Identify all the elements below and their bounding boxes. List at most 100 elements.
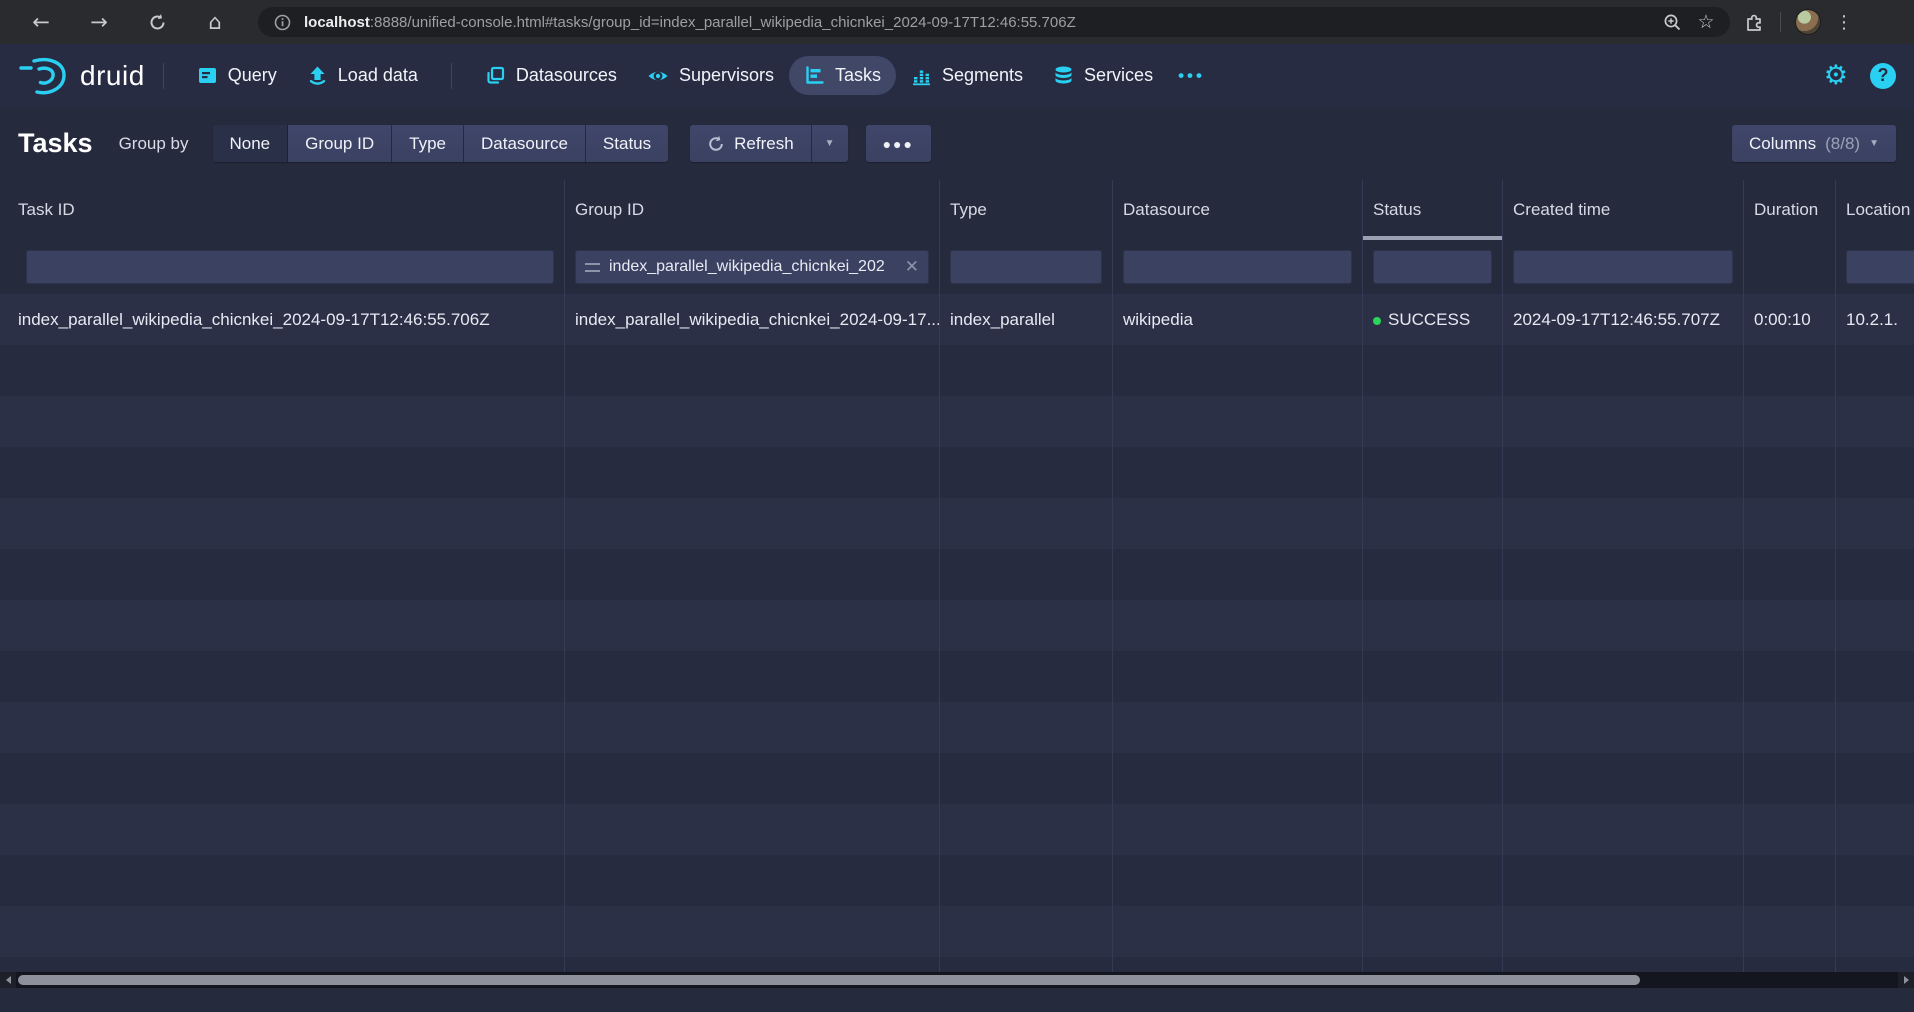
column-header-created-time[interactable]: Created time	[1503, 180, 1744, 240]
clear-filter-icon[interactable]: ✕	[905, 257, 919, 277]
column-header-datasource[interactable]: Datasource	[1113, 180, 1363, 240]
empty-cell	[1363, 753, 1503, 804]
scrollbar-thumb[interactable]	[18, 975, 1640, 985]
group-by-label: Group by	[119, 134, 189, 154]
settings-gear-icon[interactable]: ⚙	[1824, 60, 1848, 91]
more-actions-button[interactable]: ●●●	[866, 125, 931, 162]
datasource-cell: wikipedia	[1113, 294, 1363, 345]
url-path: :8888/unified-console.html#tasks/group_i…	[370, 14, 1076, 31]
nav-item-datasources[interactable]: Datasources	[470, 56, 632, 95]
back-icon[interactable]: ←	[12, 4, 70, 40]
empty-cell	[1503, 906, 1744, 957]
empty-cell	[1744, 651, 1836, 702]
filter-cell-type	[940, 240, 1113, 294]
empty-cell	[940, 753, 1113, 804]
nav-item-supervisors[interactable]: Supervisors	[632, 56, 789, 96]
empty-cell	[1744, 447, 1836, 498]
empty-cell	[565, 702, 940, 753]
scroll-right-arrow[interactable]	[1898, 972, 1914, 988]
column-header-status[interactable]: Status	[1363, 180, 1503, 240]
empty-cell	[1363, 651, 1503, 702]
nav-item-segments[interactable]: Segments	[896, 56, 1038, 95]
task-id-filter-input[interactable]	[26, 250, 554, 284]
column-header-task-id[interactable]: Task ID	[0, 180, 565, 240]
empty-cell	[1836, 855, 1914, 906]
column-header-location[interactable]: Location	[1836, 180, 1914, 240]
page-info-icon[interactable]	[270, 10, 294, 34]
home-icon[interactable]: ⌂	[186, 4, 244, 40]
empty-cell	[565, 447, 940, 498]
empty-cell	[565, 906, 940, 957]
forward-icon[interactable]: →	[70, 4, 128, 40]
datasource-filter-input[interactable]	[1123, 250, 1352, 284]
horizontal-scrollbar[interactable]	[0, 972, 1914, 988]
group-id-filter-input[interactable]: index_parallel_wikipedia_chicnkei_202 ✕	[575, 250, 929, 284]
table-header-row: Task ID Group ID Type Datasource Status …	[0, 180, 1914, 240]
profile-avatar[interactable]	[1795, 9, 1821, 35]
group-by-group-id-button[interactable]: Group ID	[288, 125, 392, 162]
columns-button[interactable]: Columns (8/8) ▼	[1732, 125, 1896, 162]
filter-cell-duration	[1744, 240, 1836, 294]
nav-item-query[interactable]: Query	[182, 56, 292, 95]
empty-cell	[0, 447, 565, 498]
created-time-filter-input[interactable]	[1513, 250, 1733, 284]
nav-item-load-data[interactable]: Load data	[292, 56, 433, 95]
page-title: Tasks	[18, 128, 93, 159]
empty-cell	[1363, 906, 1503, 957]
empty-cell	[1836, 753, 1914, 804]
status-filter-input[interactable]	[1373, 250, 1492, 284]
empty-table-row	[0, 855, 1914, 906]
empty-cell	[565, 345, 940, 396]
nav-more-icon[interactable]: •••	[1168, 57, 1215, 95]
empty-cell	[940, 702, 1113, 753]
bookmark-star-icon[interactable]: ☆	[1694, 10, 1718, 34]
refresh-button-group: Refresh ▼	[690, 125, 847, 162]
druid-logo-icon	[18, 55, 72, 97]
zoom-icon[interactable]	[1660, 10, 1684, 34]
url-text[interactable]: localhost:8888/unified-console.html#task…	[304, 14, 1650, 31]
empty-table-row	[0, 396, 1914, 447]
empty-cell	[1113, 345, 1363, 396]
empty-cell	[565, 855, 940, 906]
druid-logo[interactable]: druid	[18, 55, 145, 97]
reload-icon[interactable]	[128, 4, 186, 40]
address-bar[interactable]: localhost:8888/unified-console.html#task…	[258, 7, 1730, 37]
empty-cell	[565, 498, 940, 549]
group-by-datasource-button[interactable]: Datasource	[464, 125, 586, 162]
empty-cell	[1744, 906, 1836, 957]
datasources-icon	[485, 65, 506, 86]
type-filter-input[interactable]	[950, 250, 1102, 284]
status-label: SUCCESS	[1388, 310, 1470, 329]
group-by-type-button[interactable]: Type	[392, 125, 464, 162]
group-by-button-group: None Group ID Type Datasource Status	[213, 125, 669, 162]
browser-menu-icon[interactable]: ⋮	[1835, 12, 1853, 33]
empty-cell	[1503, 498, 1744, 549]
nav-item-services[interactable]: Services	[1038, 56, 1168, 95]
empty-cell	[1503, 753, 1744, 804]
group-by-none-button[interactable]: None	[213, 125, 289, 162]
empty-table-row	[0, 753, 1914, 804]
empty-cell	[940, 600, 1113, 651]
column-header-duration[interactable]: Duration	[1744, 180, 1836, 240]
empty-cell	[1744, 957, 1836, 972]
empty-cell	[0, 345, 565, 396]
refresh-interval-dropdown[interactable]: ▼	[812, 125, 848, 162]
empty-cell	[940, 498, 1113, 549]
group-by-status-button[interactable]: Status	[586, 125, 668, 162]
help-icon[interactable]: ?	[1870, 63, 1896, 89]
empty-cell	[1744, 804, 1836, 855]
empty-cell	[1503, 549, 1744, 600]
empty-cell	[0, 498, 565, 549]
load-data-icon	[307, 65, 328, 86]
nav-item-tasks[interactable]: Tasks	[789, 56, 896, 95]
column-header-group-id[interactable]: Group ID	[565, 180, 940, 240]
chevron-down-icon: ▼	[1869, 138, 1879, 149]
column-header-type[interactable]: Type	[940, 180, 1113, 240]
empty-cell	[1113, 702, 1363, 753]
location-filter-input[interactable]	[1846, 250, 1914, 284]
refresh-button[interactable]: Refresh	[690, 125, 812, 162]
task-row[interactable]: index_parallel_wikipedia_chicnkei_2024-0…	[0, 294, 1914, 345]
toolbar-separator	[1780, 12, 1781, 32]
scroll-left-arrow[interactable]	[0, 972, 16, 988]
extensions-icon[interactable]	[1742, 10, 1766, 34]
